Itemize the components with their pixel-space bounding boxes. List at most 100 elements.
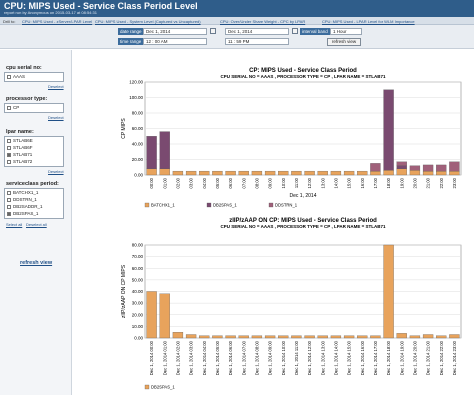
date-from-field[interactable]: Dec 1, 2014 — [143, 28, 207, 35]
x-tick-label: Dec 1, 2014 01:00 — [162, 340, 167, 375]
lpar-option[interactable]: STLAB6F — [5, 144, 63, 151]
checkbox-icon[interactable] — [7, 138, 11, 143]
y-tick-label: 0.00 — [134, 173, 143, 178]
y-axis-label: CP MIPS — [121, 118, 127, 139]
serviceclass-option[interactable]: DDSTRN_1 — [5, 196, 63, 203]
lpar-option[interactable]: STLAB72 — [5, 158, 63, 165]
serviceclass-option[interactable]: BATCHX1_1 — [5, 189, 63, 196]
lpar-option[interactable]: STLAB6E — [5, 137, 63, 144]
drill-link-system[interactable]: CPU: MIPS Used - System Level (Captured … — [95, 19, 201, 24]
bar-segment — [343, 335, 355, 339]
y-tick-label: 0.00 — [134, 336, 143, 341]
bar-segment — [422, 164, 434, 172]
x-tick-label: 18:00 — [386, 177, 391, 188]
serviceclass-deselect-all[interactable]: Deselect all — [26, 222, 47, 227]
x-tick-label: 02:00 — [175, 177, 180, 188]
x-tick-label: Dec 1, 2014 05:00 — [215, 340, 220, 375]
x-tick-label: 14:00 — [333, 177, 338, 188]
checkbox-icon[interactable] — [7, 190, 11, 195]
x-tick-label: 15:00 — [347, 177, 352, 188]
lpar-name-label: lpar name: — [6, 129, 34, 135]
y-tick-label: 40.00 — [132, 289, 144, 294]
y-axis-label: zIIP/zAAP ON CP MIPS — [121, 264, 127, 318]
checkbox-icon[interactable] — [7, 204, 11, 209]
bar-segment — [199, 335, 210, 339]
date-to-field[interactable]: Dec 1, 2014 — [225, 28, 289, 35]
x-tick-label: 22:00 — [439, 177, 444, 188]
drill-link-zserver[interactable]: CPU: MIPS Used - zServer/LPAR Level — [22, 19, 92, 24]
x-tick-label: Dec 1, 2014 16:00 — [360, 340, 365, 375]
bar-segment — [317, 170, 328, 176]
y-tick-label: 40.00 — [132, 142, 144, 147]
x-tick-label: Dec 1, 2014 23:00 — [452, 340, 457, 375]
x-axis-label: Dec 1, 2014 — [290, 193, 317, 199]
drill-label: Drill to: — [3, 19, 16, 24]
cpu-serial-option[interactable]: AAAS — [5, 73, 63, 80]
x-tick-label: 13:00 — [320, 177, 325, 188]
checkbox-icon[interactable] — [7, 152, 11, 157]
y-tick-label: 70.00 — [132, 254, 144, 259]
sidebar-refresh-view-link[interactable]: refresh view — [20, 260, 52, 266]
serviceclass-select-all[interactable]: Select all — [6, 222, 22, 227]
bar-segment — [146, 291, 157, 339]
bar-segment — [159, 293, 170, 339]
calendar-icon[interactable] — [292, 28, 298, 34]
checkbox-icon[interactable] — [7, 105, 11, 110]
x-tick-label: 04:00 — [202, 177, 207, 188]
y-tick-label: 60.00 — [132, 266, 144, 271]
x-tick-label: Dec 1, 2014 21:00 — [426, 340, 431, 375]
bar-segment — [291, 335, 302, 339]
bar-segment — [159, 168, 170, 176]
bar-segment — [370, 170, 381, 176]
bar-segment — [304, 170, 315, 176]
ziip-zaap-chart: zIIP/zAAP ON CP: MIPS Used - Service Cla… — [121, 218, 462, 390]
chart-subtitle: CPU SERIAL NO = AAAS , PROCESSOR TYPE = … — [221, 224, 386, 229]
lpar-deselect[interactable]: Deselect — [48, 169, 64, 174]
x-tick-label: 17:00 — [373, 177, 378, 188]
bar-segment — [264, 170, 276, 176]
bar-segment — [396, 161, 407, 166]
bar-segment — [449, 170, 460, 176]
bar-segment — [449, 334, 460, 339]
checkbox-icon[interactable] — [7, 211, 11, 216]
cpu-serial-label: cpu serial no: — [6, 65, 42, 71]
drill-link-share-weight[interactable]: CPU: Over/Under Share Weight - CPC by LP… — [220, 19, 305, 24]
processor-type-deselect[interactable]: Deselect — [48, 115, 64, 120]
drill-link-bar: Drill to: CPU: MIPS Used - zServer/LPAR … — [0, 17, 474, 25]
bar-segment — [238, 335, 249, 339]
drill-link-wlm-importance[interactable]: CPU: MIPS Used - LPAR Level for WLM Impo… — [322, 19, 415, 24]
cp-mips-chart: CP: MIPS Used - Service Class PeriodCPU … — [121, 68, 462, 208]
legend-swatch — [268, 202, 274, 208]
y-tick-label: 20.00 — [132, 157, 144, 162]
lpar-option[interactable]: STLAB71 — [5, 151, 63, 158]
bar-segment — [330, 335, 342, 339]
checkbox-icon[interactable] — [7, 197, 11, 202]
legend-label: DB2SPAS_1 — [213, 203, 237, 208]
bar-segment — [357, 335, 368, 339]
checkbox-icon[interactable] — [7, 74, 11, 79]
bar-segment — [278, 170, 289, 176]
refresh-view-button[interactable]: refresh view — [327, 38, 361, 46]
y-tick-label: 60.00 — [132, 126, 144, 131]
serviceclass-option[interactable]: DB2SPAS_1 — [5, 210, 63, 217]
bar-segment — [251, 170, 263, 176]
processor-type-option[interactable]: CP — [5, 104, 63, 111]
checkbox-icon[interactable] — [7, 159, 11, 164]
calendar-icon[interactable] — [210, 28, 216, 34]
bar-segment — [370, 163, 381, 172]
x-tick-label: Dec 1, 2014 19:00 — [399, 340, 404, 375]
time-from-field[interactable]: 12 : 00 AM — [143, 38, 207, 45]
y-tick-label: 80.00 — [132, 111, 144, 116]
bar-segment — [185, 334, 197, 339]
x-tick-label: 08:00 — [254, 177, 259, 188]
bar-segment — [278, 335, 289, 339]
bar-segment — [422, 334, 434, 339]
interval-select[interactable]: 1 Hour — [330, 28, 362, 35]
bar-segment — [212, 335, 223, 339]
cpu-serial-deselect[interactable]: Deselect — [48, 84, 64, 89]
serviceclass-option[interactable]: DB2SADDR_1 — [5, 203, 63, 210]
bar-segment — [409, 165, 421, 171]
checkbox-icon[interactable] — [7, 145, 11, 150]
time-to-field[interactable]: 11 : 59 PM — [225, 38, 289, 45]
bar-segment — [317, 335, 328, 339]
